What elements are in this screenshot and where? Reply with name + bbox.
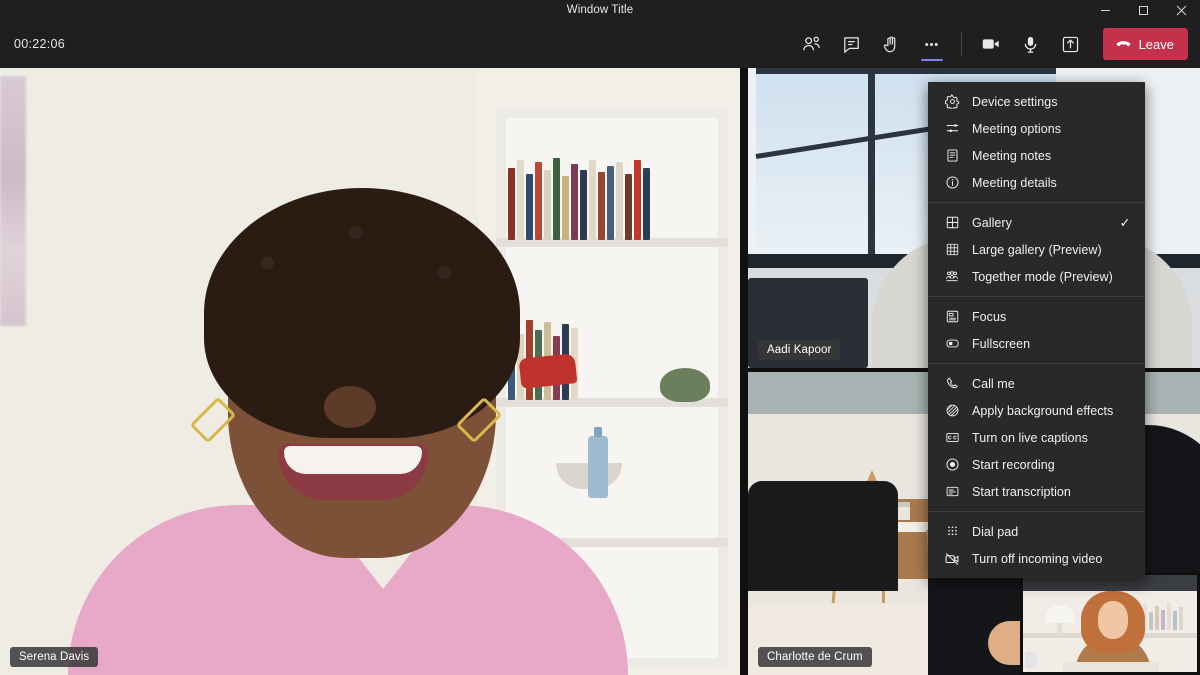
together-mode-icon — [942, 268, 962, 286]
menu-item-label: Call me — [972, 376, 1015, 391]
window-titlebar: Window Title — [0, 0, 1200, 20]
notes-icon — [942, 147, 962, 165]
dial-pad-icon — [942, 523, 962, 541]
menu-item-gallery[interactable]: Gallery ✓ — [928, 209, 1145, 236]
menu-item-label: Start recording — [972, 457, 1055, 472]
leave-button[interactable]: Leave — [1102, 28, 1188, 60]
menu-item-background-effects[interactable]: Apply background effects — [928, 397, 1145, 424]
menu-item-label: Start transcription — [972, 484, 1071, 499]
video-off-icon — [942, 550, 962, 568]
menu-item-label: Device settings — [972, 94, 1058, 109]
people-button[interactable] — [792, 24, 832, 64]
menu-divider — [928, 511, 1145, 512]
menu-item-label: Gallery — [972, 215, 1012, 230]
menu-item-large-gallery[interactable]: Large gallery (Preview) — [928, 236, 1145, 263]
menu-item-start-recording[interactable]: Start recording — [928, 451, 1145, 478]
menu-divider — [928, 202, 1145, 203]
check-icon: ✓ — [1119, 216, 1131, 230]
fullscreen-icon — [942, 335, 962, 353]
minimize-icon[interactable] — [1086, 0, 1124, 20]
sliders-icon — [942, 120, 962, 138]
raise-hand-button[interactable] — [872, 24, 912, 64]
menu-item-meeting-details[interactable]: Meeting details — [928, 169, 1145, 196]
background-effects-icon — [942, 402, 962, 420]
close-icon[interactable] — [1162, 0, 1200, 20]
menu-item-meeting-options[interactable]: Meeting options — [928, 115, 1145, 142]
gallery-icon — [942, 214, 962, 232]
share-content-button[interactable] — [1051, 24, 1091, 64]
gear-icon — [942, 93, 962, 111]
participant-name-tag: Aadi Kapoor — [758, 340, 841, 360]
menu-item-label: Turn off incoming video — [972, 551, 1103, 566]
menu-item-meeting-notes[interactable]: Meeting notes — [928, 142, 1145, 169]
phone-icon — [942, 375, 962, 393]
large-gallery-icon — [942, 241, 962, 259]
window-title: Window Title — [566, 4, 634, 16]
menu-item-live-captions[interactable]: Turn on live captions — [928, 424, 1145, 451]
meeting-toolbar: 00:22:06 Leave — [0, 20, 1200, 68]
menu-item-label: Turn on live captions — [972, 430, 1088, 445]
menu-item-fullscreen[interactable]: Fullscreen — [928, 330, 1145, 357]
chat-button[interactable] — [832, 24, 872, 64]
menu-divider — [928, 363, 1145, 364]
captions-icon — [942, 429, 962, 447]
menu-item-label: Large gallery (Preview) — [972, 242, 1102, 257]
menu-item-device-settings[interactable]: Device settings — [928, 88, 1145, 115]
camera-button[interactable] — [971, 24, 1011, 64]
menu-item-label: Meeting notes — [972, 148, 1052, 163]
menu-item-together-mode[interactable]: Together mode (Preview) — [928, 263, 1145, 290]
hangup-icon — [1115, 36, 1132, 53]
meeting-timer: 00:22:06 — [14, 37, 66, 51]
more-actions-button[interactable] — [912, 24, 952, 64]
menu-item-label: Focus — [972, 309, 1007, 324]
menu-item-label: Fullscreen — [972, 336, 1031, 351]
video-scene-self — [1023, 575, 1197, 672]
toolbar-actions: Leave — [792, 20, 1200, 68]
menu-item-focus[interactable]: Focus — [928, 303, 1145, 330]
window-controls — [1086, 0, 1200, 20]
microphone-button[interactable] — [1011, 24, 1051, 64]
record-icon — [942, 456, 962, 474]
participant-name-tag: Serena Davis — [10, 647, 99, 667]
menu-item-turn-off-incoming-video[interactable]: Turn off incoming video — [928, 545, 1145, 572]
menu-item-start-transcription[interactable]: Start transcription — [928, 478, 1145, 505]
video-tile-main[interactable]: Serena Davis — [0, 68, 740, 675]
menu-item-label: Meeting details — [972, 175, 1057, 190]
leave-button-label: Leave — [1138, 36, 1174, 52]
more-actions-menu: Device settings Meeting options Meeting … — [928, 82, 1145, 578]
teams-meeting-window: Window Title 00:22:06 Leave Serena Davis… — [0, 0, 1200, 675]
menu-item-call-me[interactable]: Call me — [928, 370, 1145, 397]
focus-icon — [942, 308, 962, 326]
more-actions-active-indicator — [920, 58, 943, 61]
menu-item-dial-pad[interactable]: Dial pad — [928, 518, 1145, 545]
menu-item-label: Meeting options — [972, 121, 1062, 136]
menu-item-label: Together mode (Preview) — [972, 269, 1113, 284]
menu-divider — [928, 296, 1145, 297]
self-view-tile[interactable] — [1020, 572, 1200, 675]
maximize-icon[interactable] — [1124, 0, 1162, 20]
menu-item-label: Apply background effects — [972, 403, 1114, 418]
video-scene-serena — [0, 68, 740, 675]
participant-name-tag: Charlotte de Crum — [758, 647, 872, 667]
menu-item-label: Dial pad — [972, 524, 1019, 539]
toolbar-divider — [960, 32, 962, 56]
transcription-icon — [942, 483, 962, 501]
info-icon — [942, 174, 962, 192]
